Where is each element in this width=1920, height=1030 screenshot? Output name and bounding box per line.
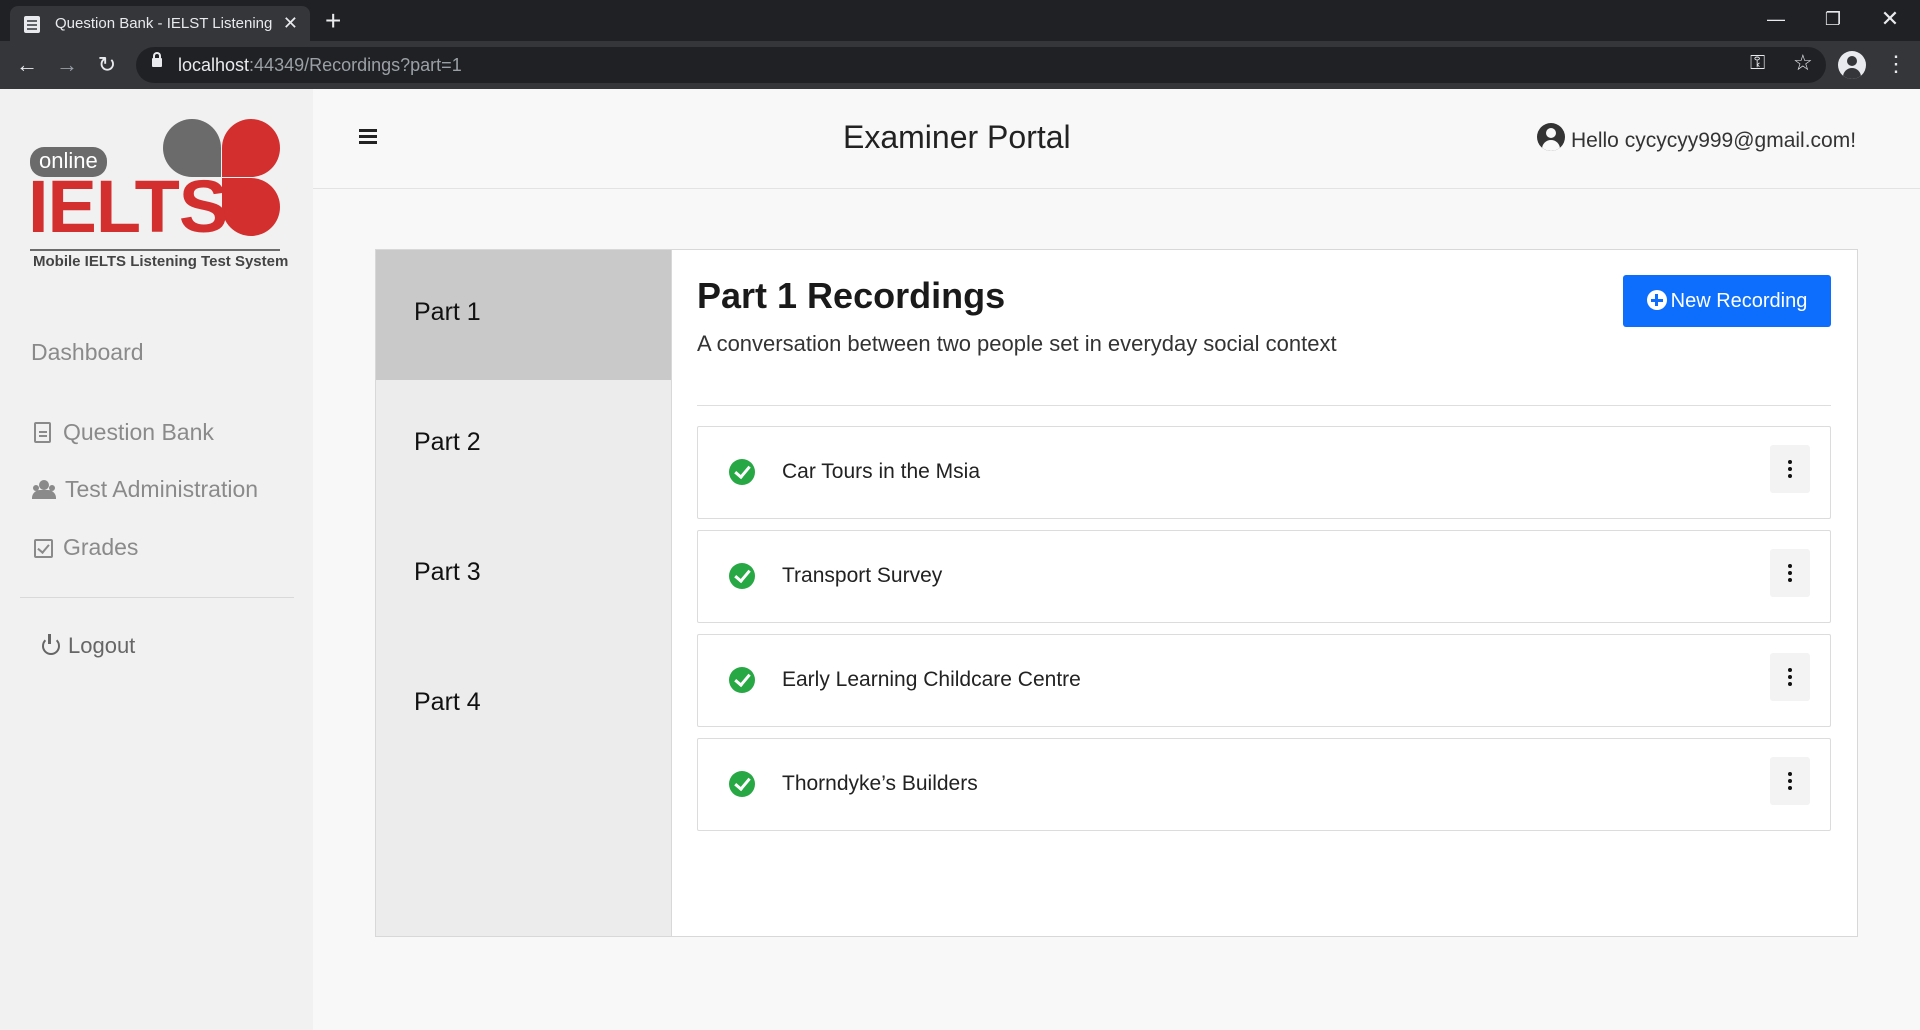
recording-name: Early Learning Childcare Centre bbox=[782, 668, 1081, 691]
check-circle-icon bbox=[729, 459, 755, 485]
url-text[interactable]: localhost:44349/Recordings?part=1 bbox=[178, 55, 462, 76]
page-favicon-icon bbox=[24, 16, 40, 33]
browser-toolbar: ← → ↻ localhost:44349/Recordings?part=1 bbox=[0, 41, 1920, 89]
logout-link[interactable]: Logout bbox=[42, 633, 135, 659]
section-subtitle: A conversation between two people set in… bbox=[697, 331, 1337, 356]
new-recording-button[interactable]: New Recording bbox=[1623, 275, 1831, 327]
new-recording-label: New Recording bbox=[1670, 290, 1808, 312]
logo-red-shape-bottom bbox=[222, 178, 280, 236]
sidebar-item-grades[interactable]: Grades bbox=[31, 534, 138, 561]
tab-part-4[interactable]: Part 4 bbox=[376, 640, 671, 770]
more-options-icon[interactable] bbox=[1770, 445, 1810, 493]
check-circle-icon bbox=[729, 667, 755, 693]
recording-name: Car Tours in the Msia bbox=[782, 460, 981, 483]
back-arrow-icon[interactable]: ← bbox=[11, 49, 43, 81]
recording-item[interactable]: Early Learning Childcare Centre bbox=[697, 634, 1831, 727]
reload-icon[interactable]: ↻ bbox=[91, 49, 123, 81]
sidebar-item-label: Test Administration bbox=[65, 476, 259, 502]
address-bar[interactable]: localhost:44349/Recordings?part=1 bbox=[136, 47, 1826, 83]
top-header: Examiner Portal Hello cycycyy999@gmail.c… bbox=[313, 89, 1920, 189]
tab-part-2[interactable]: Part 2 bbox=[376, 380, 671, 510]
browser-menu-icon[interactable]: ⋮ bbox=[1885, 50, 1907, 78]
recording-item[interactable]: Car Tours in the Msia bbox=[697, 426, 1831, 519]
lock-icon[interactable] bbox=[152, 52, 162, 67]
plus-circle-icon bbox=[1646, 290, 1667, 310]
browser-tab[interactable]: Question Bank - IELST Listening ✕ bbox=[10, 6, 310, 41]
users-icon bbox=[31, 478, 59, 500]
page-title: Examiner Portal bbox=[843, 119, 1071, 155]
logout-label: Logout bbox=[68, 633, 136, 658]
recording-item[interactable]: Transport Survey bbox=[697, 530, 1831, 623]
minimize-icon[interactable]: — bbox=[1748, 0, 1804, 38]
key-icon[interactable]: ⚿ bbox=[1750, 52, 1765, 75]
check-circle-icon bbox=[729, 771, 755, 797]
recording-name: Thorndyke’s Builders bbox=[782, 772, 978, 795]
forward-arrow-icon[interactable]: → bbox=[51, 49, 83, 81]
checkbox-icon bbox=[34, 539, 53, 558]
section-title: Part 1 Recordings bbox=[697, 275, 1006, 316]
window-close-icon[interactable]: ✕ bbox=[1862, 0, 1918, 38]
parts-nav: Part 1 Part 2 Part 3 Part 4 bbox=[376, 250, 672, 936]
more-options-icon[interactable] bbox=[1770, 757, 1810, 805]
logo-red-shape-top bbox=[222, 119, 280, 177]
new-tab-icon[interactable]: + bbox=[325, 6, 341, 36]
logo-tagline: Mobile IELTS Listening Test System bbox=[33, 253, 289, 270]
check-circle-icon bbox=[729, 563, 755, 589]
greeting-text: Hello cycycyy999@gmail.com! bbox=[1571, 129, 1857, 152]
sidebar: online IELTS Mobile IELTS Listening Test… bbox=[0, 89, 313, 1030]
logo-underline bbox=[30, 249, 280, 251]
sidebar-item-test-administration[interactable]: Test Administration bbox=[31, 476, 258, 503]
close-tab-icon[interactable]: ✕ bbox=[283, 12, 298, 34]
more-options-icon[interactable] bbox=[1770, 549, 1810, 597]
user-greeting[interactable]: Hello cycycyy999@gmail.com! bbox=[1537, 123, 1856, 153]
recordings-card: Part 1 Part 2 Part 3 Part 4 Part 1 Recor… bbox=[375, 249, 1858, 937]
hamburger-menu-icon[interactable] bbox=[359, 129, 377, 144]
restore-icon[interactable]: ❐ bbox=[1805, 0, 1861, 38]
sidebar-item-label: Question Bank bbox=[63, 419, 214, 445]
user-circle-icon bbox=[1537, 123, 1565, 151]
sidebar-item-question-bank[interactable]: Question Bank bbox=[31, 419, 214, 446]
recordings-panel: Part 1 Recordings A conversation between… bbox=[672, 250, 1857, 936]
ielts-logo[interactable]: online IELTS Mobile IELTS Listening Test… bbox=[28, 119, 289, 270]
tab-title: Question Bank - IELST Listening bbox=[55, 15, 273, 32]
tab-part-3[interactable]: Part 3 bbox=[376, 510, 671, 640]
tab-part-1[interactable]: Part 1 bbox=[376, 250, 671, 380]
browser-profile-icon[interactable] bbox=[1838, 51, 1866, 79]
sidebar-divider bbox=[20, 597, 294, 598]
recording-name: Transport Survey bbox=[782, 564, 943, 587]
document-icon bbox=[34, 422, 51, 443]
more-options-icon[interactable] bbox=[1770, 653, 1810, 701]
sidebar-item-label: Grades bbox=[63, 534, 139, 560]
power-icon bbox=[42, 634, 60, 655]
recording-item[interactable]: Thorndyke’s Builders bbox=[697, 738, 1831, 831]
content-divider bbox=[697, 405, 1831, 406]
bookmark-star-icon[interactable]: ☆ bbox=[1793, 50, 1813, 76]
logo-ielts-text: IELTS bbox=[28, 165, 228, 248]
sidebar-item-dashboard[interactable]: Dashboard bbox=[31, 339, 144, 366]
browser-tabbar: Question Bank - IELST Listening ✕ + — ❐ … bbox=[0, 0, 1920, 41]
